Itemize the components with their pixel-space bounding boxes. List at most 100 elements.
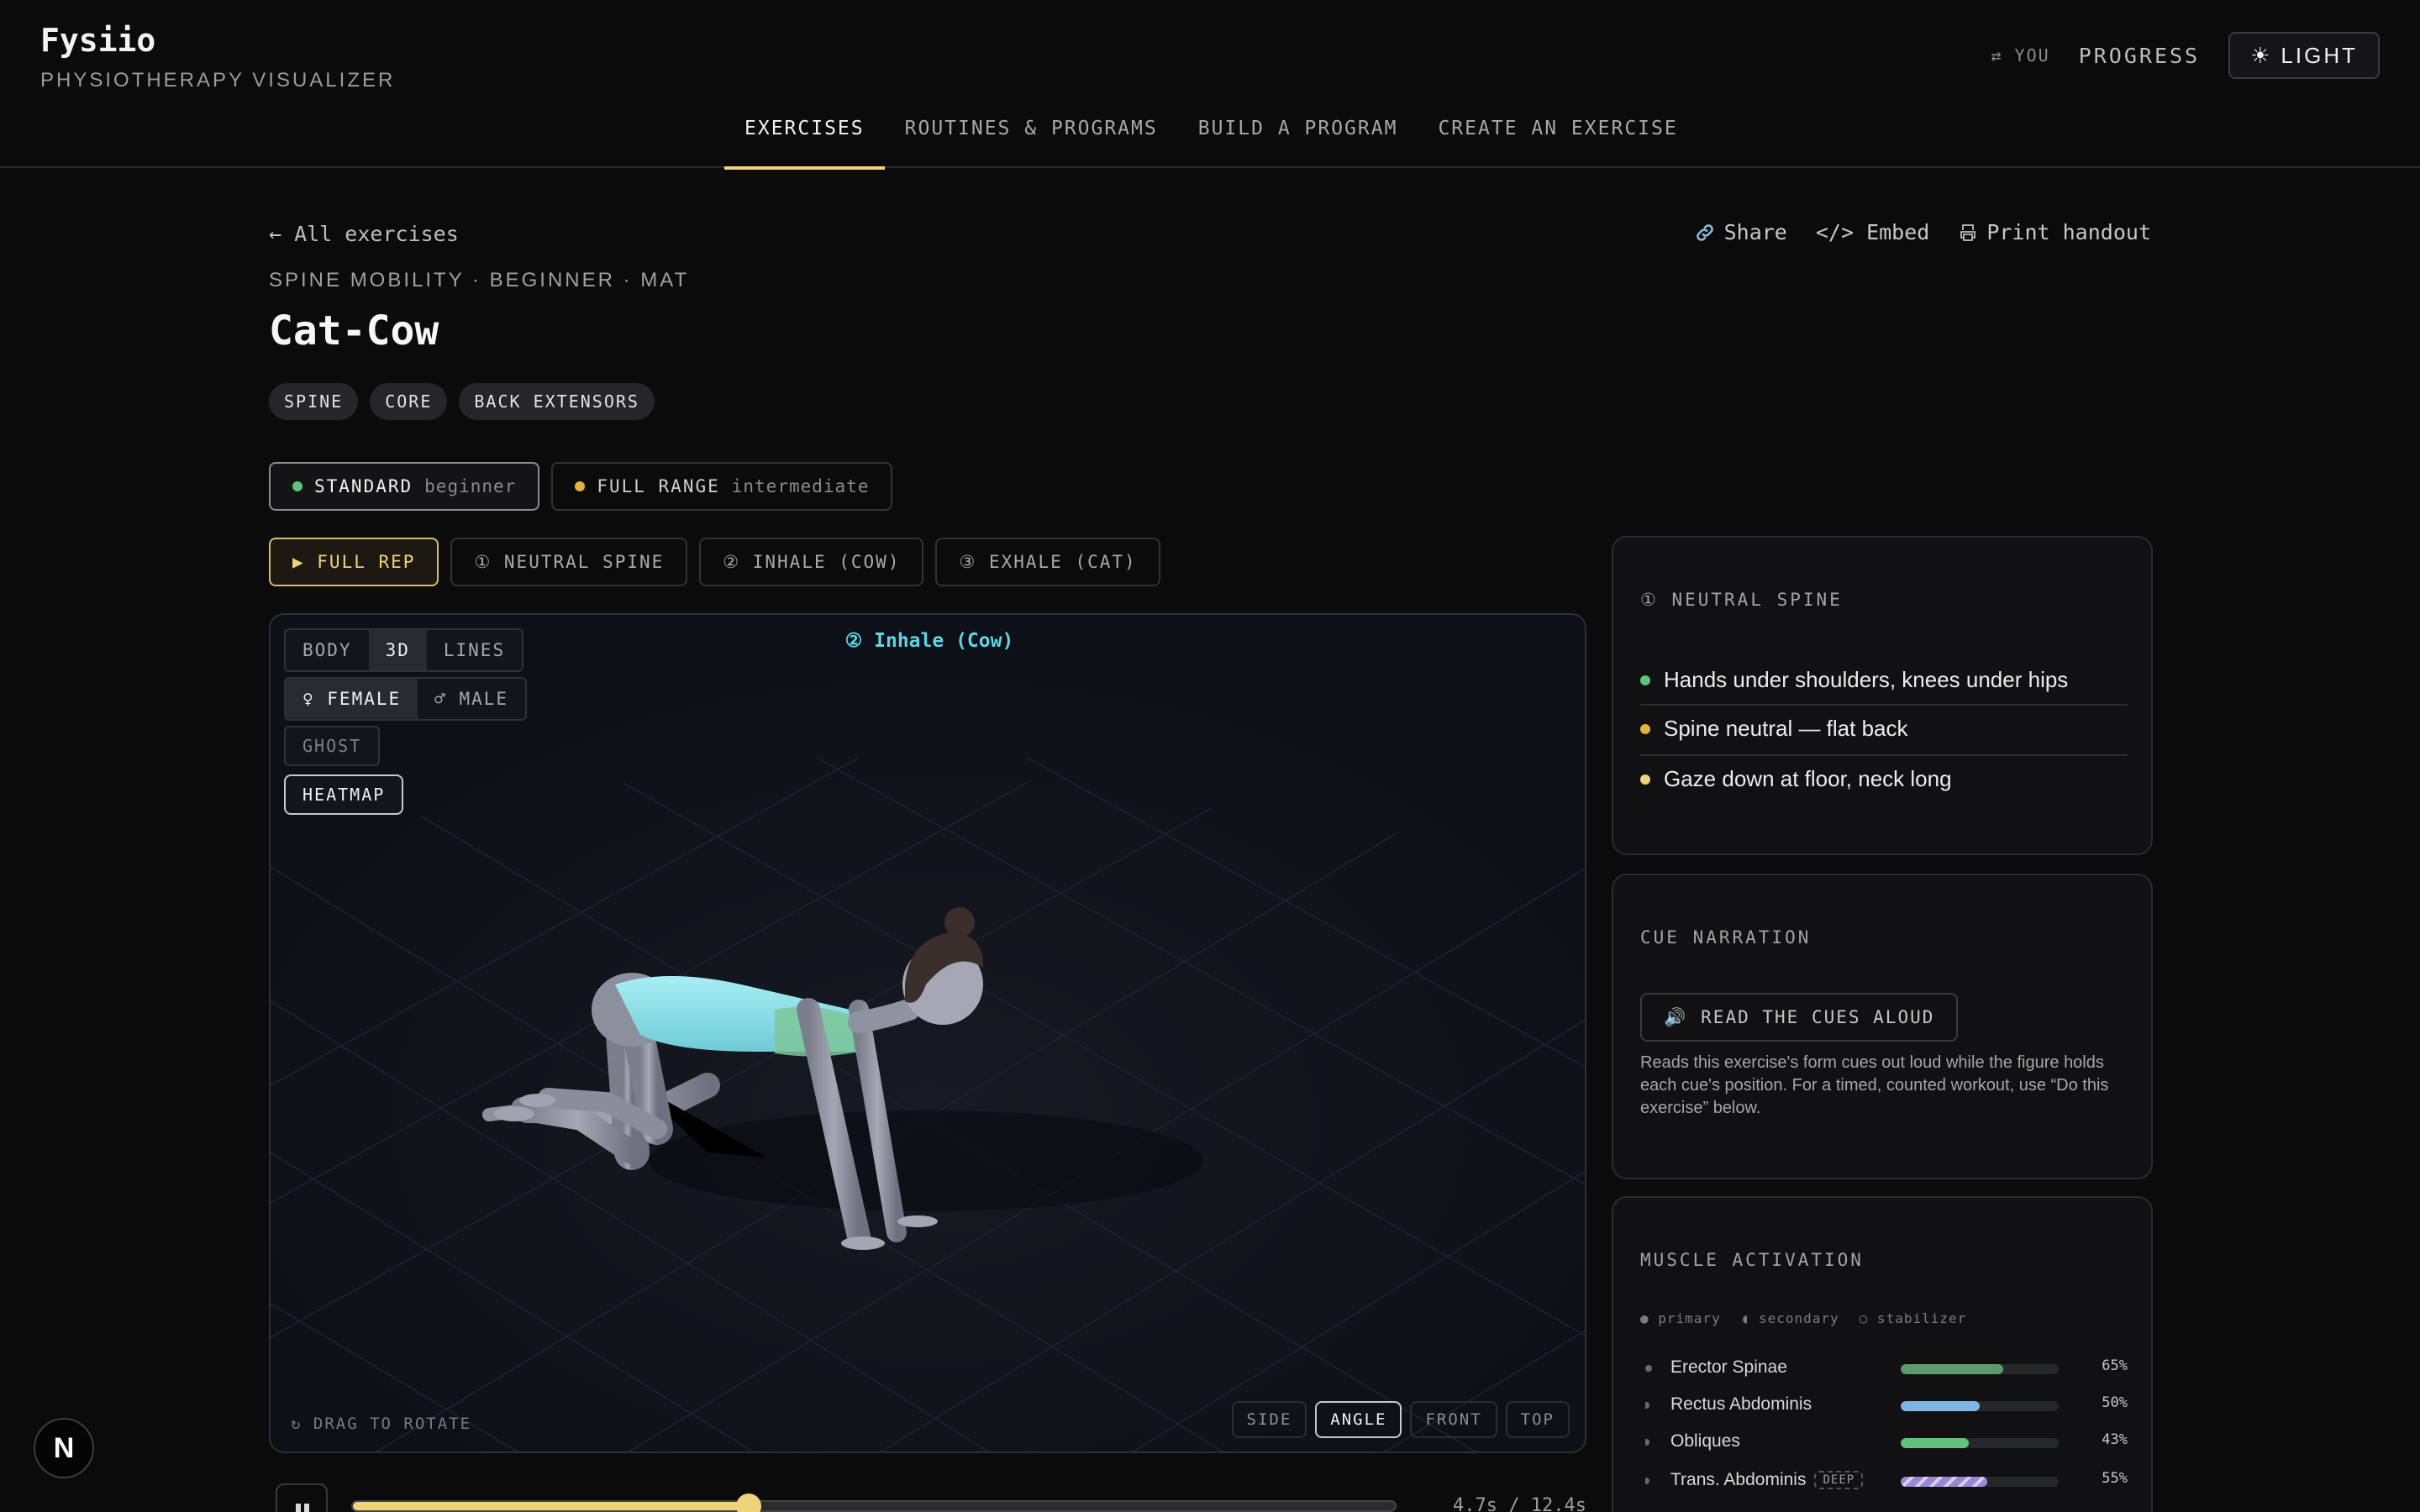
muscle-role-marker <box>1645 1365 1652 1372</box>
scrubber-fill <box>353 1502 750 1510</box>
exercise-scene[interactable] <box>271 615 1586 1453</box>
pause-button[interactable] <box>276 1483 328 1512</box>
cue-text: Spine neutral — flat back <box>1664 716 1908 741</box>
phase-full-rep[interactable]: ▶ FULL REP <box>269 538 439 586</box>
nav-tab-build-program[interactable]: BUILD A PROGRAM <box>1178 109 1418 168</box>
muscle-bar <box>1901 1364 2059 1374</box>
exercise-meta: SPINE MOBILITY · BEGINNER · MAT <box>269 269 690 291</box>
link-icon <box>1696 223 1713 241</box>
variant-standard[interactable]: STANDARD beginner <box>269 462 540 511</box>
nav-tab-create-exercise[interactable]: CREATE AN EXERCISE <box>1418 109 1697 168</box>
muscle-row[interactable]: Trans. Abdominis DEEP 55% <box>1640 1470 2128 1495</box>
muscle-bar-fill <box>1901 1477 1988 1487</box>
cue-dot <box>1640 774 1650 785</box>
variant-name: STANDARD <box>314 476 413 496</box>
scrubber-track[interactable] <box>351 1494 1397 1512</box>
cue-text: Hands under shoulders, knees under hips <box>1664 667 2069 692</box>
3d-viewer[interactable]: BODY 3D LINES ♀ FEMALE ♂ MALE GHOST HEAT… <box>269 613 1586 1453</box>
variant-selector: STANDARD beginner FULL RANGE intermediat… <box>269 462 893 511</box>
dev-badge[interactable]: N <box>34 1418 94 1478</box>
heatmap-toggle[interactable]: HEATMAP <box>284 774 404 815</box>
brand-logo[interactable]: Fysiio <box>40 22 155 59</box>
muscle-percent: 65% <box>2102 1357 2128 1374</box>
top-header: Fysiio PHYSIOTHERAPY VISUALIZER ⇄ YOU PR… <box>0 0 2420 170</box>
share-button[interactable]: Share <box>1694 220 1787 244</box>
muscle-name: Obliques <box>1670 1431 1740 1452</box>
muscle-role-marker <box>1645 1402 1649 1409</box>
gender-group: ♀ FEMALE ♂ MALE <box>284 677 528 721</box>
muscle-percent: 55% <box>2102 1470 2128 1487</box>
cue-item: Spine neutral — flat back <box>1640 716 2128 742</box>
print-button[interactable]: Print handout <box>1958 220 2151 244</box>
muscle-legend: ● primary ◖ secondary ○ stabilizer <box>1640 1310 1966 1326</box>
exercise-actions: Share </> Embed Print handout <box>1694 220 2151 244</box>
cues-panel-title: ① NEUTRAL SPINE <box>1640 590 1843 610</box>
phase-selector: ▶ FULL REP ① NEUTRAL SPINE ② INHALE (COW… <box>269 538 1160 586</box>
muscle-bar-fill <box>1901 1401 1980 1411</box>
variant-dot <box>575 481 586 491</box>
view-top[interactable]: TOP <box>1505 1401 1570 1438</box>
playback-time: 4.7s / 12.4s <box>1453 1495 1586 1512</box>
brand-subtitle: PHYSIOTHERAPY VISUALIZER <box>40 69 396 92</box>
legend-stabilizer: ○ stabilizer <box>1859 1310 1967 1326</box>
muscle-name: Trans. Abdominis DEEP <box>1670 1470 1864 1490</box>
cue-item: Hands under shoulders, knees under hips <box>1640 667 2128 693</box>
narration-panel: CUE NARRATION 🔊 READ THE CUES ALOUD Read… <box>1612 874 2153 1179</box>
view-side[interactable]: SIDE <box>1231 1401 1307 1438</box>
playback-bar: 4.7s / 12.4s <box>276 1480 1586 1512</box>
embed-button[interactable]: </> Embed <box>1816 220 1929 244</box>
tag-list: SPINE CORE BACK EXTENSORS <box>269 383 655 420</box>
back-link[interactable]: ← All exercises <box>269 222 459 246</box>
scrubber-handle[interactable] <box>736 1494 762 1512</box>
muscle-row[interactable]: Obliques 43% <box>1640 1431 2128 1457</box>
divider <box>1640 754 2128 756</box>
read-cues-button[interactable]: 🔊 READ THE CUES ALOUD <box>1640 993 1959 1042</box>
read-cues-label: READ THE CUES ALOUD <box>1701 1007 1935 1027</box>
muscle-row[interactable]: Rectus Abdominis 50% <box>1640 1394 2128 1420</box>
muscle-name-text: Trans. Abdominis <box>1670 1470 1807 1489</box>
tag-chip: SPINE <box>269 383 359 420</box>
deep-badge: DEEP <box>1814 1471 1864 1489</box>
muscle-percent: 50% <box>2102 1394 2128 1411</box>
tag-chip: BACK EXTENSORS <box>459 383 655 420</box>
phase-neutral-spine[interactable]: ① NEUTRAL SPINE <box>450 538 688 586</box>
progress-link[interactable]: PROGRESS <box>2079 44 2200 68</box>
muscle-row[interactable]: Erector Spinae 65% <box>1640 1357 2128 1383</box>
divider <box>1640 704 2128 706</box>
speaker-icon: 🔊 <box>1664 1006 1688 1027</box>
theme-toggle-button[interactable]: ☀ LIGHT <box>2228 32 2380 79</box>
cue-text: Gaze down at floor, neck long <box>1664 766 1952 791</box>
muscle-bar-fill <box>1901 1364 2004 1374</box>
cues-panel: ① NEUTRAL SPINE Hands under shoulders, k… <box>1612 536 2153 855</box>
main-nav: EXERCISES ROUTINES & PROGRAMS BUILD A PR… <box>724 109 1698 170</box>
phase-inhale-cow[interactable]: ② INHALE (COW) <box>699 538 924 586</box>
share-label: Share <box>1723 220 1787 244</box>
muscle-bar-fill <box>1901 1438 1969 1448</box>
phase-exhale-cat[interactable]: ③ EXHALE (CAT) <box>935 538 1160 586</box>
view-front[interactable]: FRONT <box>1410 1401 1497 1438</box>
variant-full-range[interactable]: FULL RANGE intermediate <box>551 462 893 511</box>
gender-female[interactable]: ♀ FEMALE <box>286 679 418 719</box>
ghost-toggle[interactable]: GHOST <box>284 726 381 766</box>
muscle-percent: 43% <box>2102 1431 2128 1448</box>
cue-item: Gaze down at floor, neck long <box>1640 766 2128 792</box>
nav-tab-routines[interactable]: ROUTINES & PROGRAMS <box>885 109 1178 168</box>
printer-icon <box>1960 223 1976 241</box>
muscle-name: Rectus Abdominis <box>1670 1394 1812 1415</box>
tag-chip: CORE <box>370 383 448 420</box>
muscle-bar <box>1901 1438 2059 1448</box>
variant-level: intermediate <box>731 476 870 496</box>
variant-name: FULL RANGE <box>597 476 720 496</box>
muscle-activation-panel: MUSCLE ACTIVATION ● primary ◖ secondary … <box>1612 1196 2153 1512</box>
muscle-panel-title: MUSCLE ACTIVATION <box>1640 1250 1864 1270</box>
muscle-name-text: Rectus Abdominis <box>1670 1394 1812 1414</box>
nav-tab-exercises[interactable]: EXERCISES <box>724 109 885 170</box>
camera-view-group: SIDE ANGLE FRONT TOP <box>1231 1401 1570 1438</box>
narration-panel-title: CUE NARRATION <box>1640 927 1812 948</box>
muscle-name: Erector Spinae <box>1670 1357 1787 1378</box>
gender-male[interactable]: ♂ MALE <box>418 679 525 719</box>
view-angle[interactable]: ANGLE <box>1315 1401 1402 1438</box>
user-switch[interactable]: ⇄ YOU <box>1991 45 2049 66</box>
print-label: Print handout <box>1986 220 2151 244</box>
muscle-role-marker <box>1645 1439 1649 1446</box>
